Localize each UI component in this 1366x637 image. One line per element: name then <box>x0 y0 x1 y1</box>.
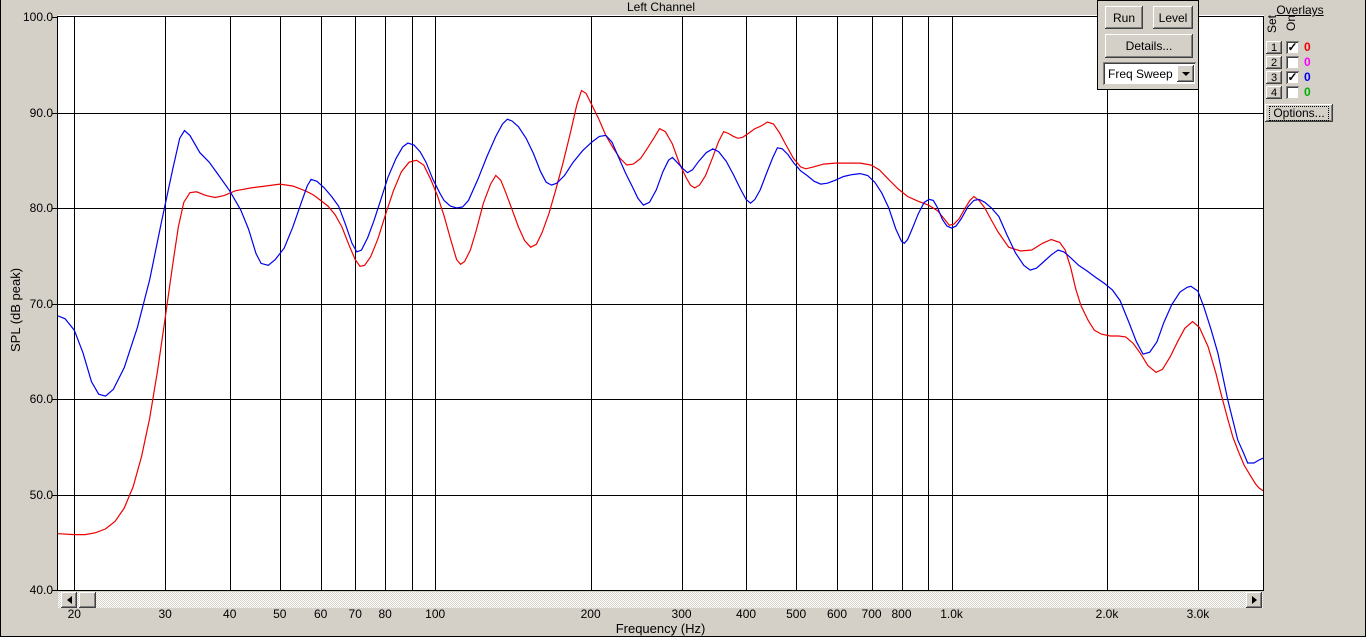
curve-overlay-1-red <box>58 89 1263 536</box>
options-button-label: Options... <box>1269 105 1329 121</box>
spl-chart <box>58 17 1263 590</box>
x-tick-label: 500 <box>786 607 807 621</box>
details-button[interactable]: Details... <box>1105 34 1193 58</box>
x-tick-label: 20 <box>67 607 81 621</box>
level-button[interactable]: Level <box>1153 6 1193 29</box>
scrollbar-thumb[interactable] <box>79 592 96 608</box>
overlay-set-button-4[interactable]: 4 <box>1266 86 1282 99</box>
x-tick-label: 100 <box>425 607 446 621</box>
sweep-mode-value: Freq Sweep <box>1108 66 1173 81</box>
x-tick-label: 300 <box>671 607 692 621</box>
app-window: Left Channel SPL (dB peak) Frequency (Hz… <box>0 0 1366 637</box>
chevron-down-icon <box>1181 71 1190 76</box>
overlay-on-checkbox-1[interactable]: ✓ <box>1286 41 1299 54</box>
x-tick-label: 3.0k <box>1186 607 1210 621</box>
x-tick-label: 50 <box>273 607 287 621</box>
dropdown-button[interactable] <box>1177 65 1194 82</box>
x-tick-label: 60 <box>313 607 328 621</box>
y-tick <box>52 208 57 209</box>
x-tick-label: 1.0k <box>940 607 963 621</box>
arrow-left-icon <box>66 596 72 604</box>
run-button[interactable]: Run <box>1105 6 1143 29</box>
overlay-on-checkbox-2[interactable] <box>1286 56 1299 69</box>
chart-title: Left Channel <box>58 0 1264 15</box>
scrollbar-track[interactable] <box>58 592 1263 608</box>
y-tick-label: 90.0 <box>29 105 53 120</box>
y-tick-label: 80.0 <box>29 201 53 215</box>
x-tick-label: 200 <box>580 607 601 621</box>
overlay-set-button-2[interactable]: 2 <box>1266 56 1282 69</box>
overlay-set-button-3[interactable]: 3 <box>1266 71 1282 84</box>
plot-area <box>57 16 1264 591</box>
scroll-right-button[interactable] <box>1246 592 1262 608</box>
x-tick-label: 30 <box>158 607 172 621</box>
arrow-right-icon <box>1251 596 1257 604</box>
overlay-value-4: 0 <box>1304 85 1311 99</box>
y-tick-label: 40.0 <box>29 583 53 597</box>
overlay-set-button-1[interactable]: 1 <box>1266 41 1282 54</box>
y-tick-label: 60.0 <box>29 392 53 406</box>
x-axis-title: Frequency (Hz) <box>615 621 706 636</box>
overlay-on-checkbox-4[interactable] <box>1286 86 1299 99</box>
x-tick-label: 700 <box>861 607 882 621</box>
y-tick <box>52 304 57 305</box>
y-tick-label: 100.0 <box>22 10 53 24</box>
x-tick-label: 2.0k <box>1095 607 1119 621</box>
curve-overlay-3-blue <box>58 118 1263 464</box>
x-tick-label: 40 <box>223 607 237 621</box>
x-tick-label: 70 <box>348 607 362 621</box>
x-tick-label: 80 <box>378 607 392 621</box>
overlay-value-3: 0 <box>1304 70 1311 84</box>
y-tick <box>52 113 57 114</box>
frequency-scrollbar[interactable] <box>58 592 1263 608</box>
overlay-value-1: 0 <box>1304 40 1311 54</box>
scroll-left-button[interactable] <box>61 592 77 608</box>
sweep-mode-select[interactable]: Freq Sweep <box>1103 62 1196 85</box>
x-tick-label: 400 <box>736 607 757 621</box>
y-tick <box>52 590 57 591</box>
options-button[interactable]: Options... <box>1265 104 1333 122</box>
control-panel: Run Level Details... Freq Sweep <box>1097 0 1199 90</box>
overlays-panel: Overlays Set On 1 ✓ 0 2 0 3 ✓ 0 4 0 Options... <box>1264 0 1365 130</box>
y-tick <box>52 399 57 400</box>
overlays-set-header: Set <box>1265 15 1279 34</box>
y-tick <box>52 17 57 18</box>
overlay-on-checkbox-3[interactable]: ✓ <box>1286 71 1299 84</box>
y-tick-label: 70.0 <box>29 296 53 311</box>
y-tick-label: 50.0 <box>29 487 53 502</box>
x-tick-label: 600 <box>826 607 848 621</box>
x-tick-label: 800 <box>891 607 912 621</box>
y-tick <box>52 495 57 496</box>
overlays-on-header: On <box>1284 15 1298 32</box>
overlay-value-2: 0 <box>1304 55 1311 69</box>
